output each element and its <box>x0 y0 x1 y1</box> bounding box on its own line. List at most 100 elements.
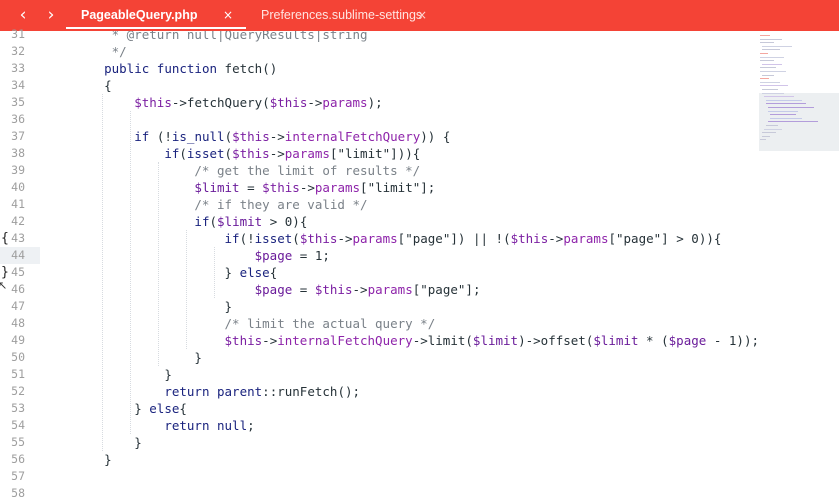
gutter-row[interactable]: 56 <box>0 451 32 468</box>
line-number: 50 <box>11 350 25 364</box>
gutter-row[interactable]: 54 <box>0 417 32 434</box>
line-number: 37 <box>11 129 25 143</box>
line-number: 36 <box>11 112 25 126</box>
gutter-row[interactable]: 55 <box>0 434 32 451</box>
code-line[interactable]: if(!isset($this->params["page"]) || !($t… <box>74 230 722 247</box>
minimap-line <box>770 117 802 119</box>
gutter-row[interactable]: 50 <box>0 349 32 366</box>
minimap-line <box>760 56 784 58</box>
gutter-row[interactable]: 36 <box>0 111 32 128</box>
code-editor[interactable]: * @return null|QueryResults|string */ pu… <box>32 31 757 503</box>
code-line[interactable]: /* limit the actual query */ <box>74 315 436 332</box>
minimap-line <box>762 63 782 65</box>
code-line[interactable]: public function fetch() <box>74 60 277 77</box>
code-line[interactable]: if($limit > 0){ <box>74 213 307 230</box>
code-line[interactable]: */ <box>74 43 127 60</box>
gutter-row[interactable]: 33 <box>0 60 32 77</box>
indent-guide <box>102 94 103 451</box>
gutter-row[interactable]: 34 <box>0 77 32 94</box>
indent-guide <box>186 230 187 349</box>
close-icon[interactable]: × <box>223 1 233 30</box>
gutter-row[interactable]: 43{ <box>0 230 32 247</box>
minimap-line <box>760 35 770 36</box>
code-line[interactable]: $page = $this->params["page"]; <box>74 281 481 298</box>
code-line[interactable]: { <box>74 77 112 94</box>
tab-pageablequery[interactable]: PageableQuery.php × <box>66 0 246 31</box>
minimap-line <box>766 103 806 105</box>
minimap-line <box>760 85 788 87</box>
line-number: 46 <box>11 282 25 296</box>
gutter-row[interactable]: 32 <box>0 43 32 60</box>
code-line[interactable]: } <box>74 349 202 366</box>
line-number: 49 <box>11 333 25 347</box>
code-line[interactable]: if(isset($this->params["limit"])){ <box>74 145 420 162</box>
code-line[interactable]: /* if they are valid */ <box>74 196 367 213</box>
gutter-row[interactable]: 47 <box>0 298 32 315</box>
code-line[interactable]: /* get the limit of results */ <box>74 162 420 179</box>
line-number: 42 <box>11 214 25 228</box>
code-line[interactable]: } <box>74 298 233 315</box>
tab-bar: ‹ › PageableQuery.php × Preferences.subl… <box>0 0 839 31</box>
line-number: 34 <box>11 78 25 92</box>
gutter-row[interactable]: 57 <box>0 468 32 485</box>
gutter-row[interactable]: 53 <box>0 400 32 417</box>
code-line[interactable]: $this->internalFetchQuery->limit($limit)… <box>74 332 757 349</box>
code-line[interactable]: } else{ <box>74 264 278 281</box>
line-number: 39 <box>11 163 25 177</box>
minimap-line <box>766 99 802 101</box>
minimap-line <box>760 38 782 40</box>
minimap-line <box>760 53 768 54</box>
line-number: 44 <box>11 248 25 262</box>
close-icon[interactable]: × <box>417 1 427 30</box>
line-number: 38 <box>11 146 25 160</box>
code-line[interactable]: $limit = $this->params["limit"]; <box>74 179 435 196</box>
code-line[interactable]: return parent::runFetch(); <box>74 383 360 400</box>
minimap-line <box>762 132 776 134</box>
minimap[interactable] <box>757 31 839 503</box>
line-number: 58 <box>11 486 25 500</box>
gutter-row[interactable]: 35 <box>0 94 32 111</box>
line-number: 33 <box>11 61 25 75</box>
gutter-row[interactable]: 42 <box>0 213 32 230</box>
gutter-row[interactable]: 40 <box>0 179 32 196</box>
line-number: 32 <box>11 44 25 58</box>
line-number: 54 <box>11 418 25 432</box>
line-number: 48 <box>11 316 25 330</box>
gutter-row[interactable]: 37 <box>0 128 32 145</box>
gutter-row[interactable]: 51 <box>0 366 32 383</box>
line-number: 56 <box>11 452 25 466</box>
minimap-line <box>762 74 774 76</box>
chevron-left-icon[interactable]: ‹ <box>12 4 34 26</box>
minimap-line <box>760 71 786 72</box>
tab-preferences[interactable]: Preferences.sublime-settings × <box>246 0 441 31</box>
indent-guide <box>158 162 159 366</box>
code-line[interactable]: } <box>74 434 142 451</box>
indent-guide <box>214 247 215 298</box>
gutter-row[interactable]: 58 <box>0 485 32 502</box>
gutter-row[interactable]: 38 <box>0 145 32 162</box>
code-line[interactable]: * @return null|QueryResults|string <box>74 31 368 43</box>
minimap-line <box>760 60 774 62</box>
line-number-gutter[interactable]: 31 32 33 34 35 36 37 38 39 40 41 42 43{44 45} 46 47 48 49… <box>0 27 40 503</box>
line-number: 45 <box>11 265 25 279</box>
minimap-line <box>764 96 794 98</box>
tab-label: Preferences.sublime-settings <box>261 8 423 22</box>
gutter-row[interactable]: 44 <box>0 247 40 264</box>
gutter-row[interactable]: 31 <box>0 26 32 43</box>
gutter-row[interactable]: 41 <box>0 196 32 213</box>
line-number: 31 <box>11 27 25 41</box>
gutter-row[interactable]: 49 <box>0 332 32 349</box>
gutter-row[interactable]: 52 <box>0 383 32 400</box>
minimap-line <box>760 81 780 83</box>
code-line[interactable]: } <box>74 451 112 468</box>
code-line[interactable]: $page = 1; <box>74 247 330 264</box>
gutter-row[interactable]: 48 <box>0 315 32 332</box>
gutter-row[interactable]: 39 <box>0 162 32 179</box>
minimap-line <box>762 92 784 94</box>
fold-marker-icon[interactable]: { <box>1 230 9 247</box>
line-number: 53 <box>11 401 25 415</box>
code-line[interactable]: } <box>74 366 172 383</box>
code-line[interactable]: $this->fetchQuery($this->params); <box>74 94 382 111</box>
line-number: 41 <box>11 197 25 211</box>
chevron-right-icon[interactable]: › <box>40 4 62 26</box>
